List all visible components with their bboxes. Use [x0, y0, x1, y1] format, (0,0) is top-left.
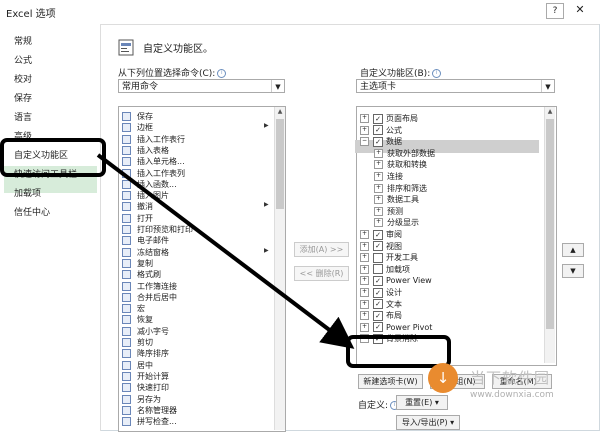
- watermark-text: 当下软件园: [470, 369, 551, 387]
- watermark-url: www.downxia.com: [470, 390, 554, 400]
- watermark-logo: ↓: [428, 363, 458, 393]
